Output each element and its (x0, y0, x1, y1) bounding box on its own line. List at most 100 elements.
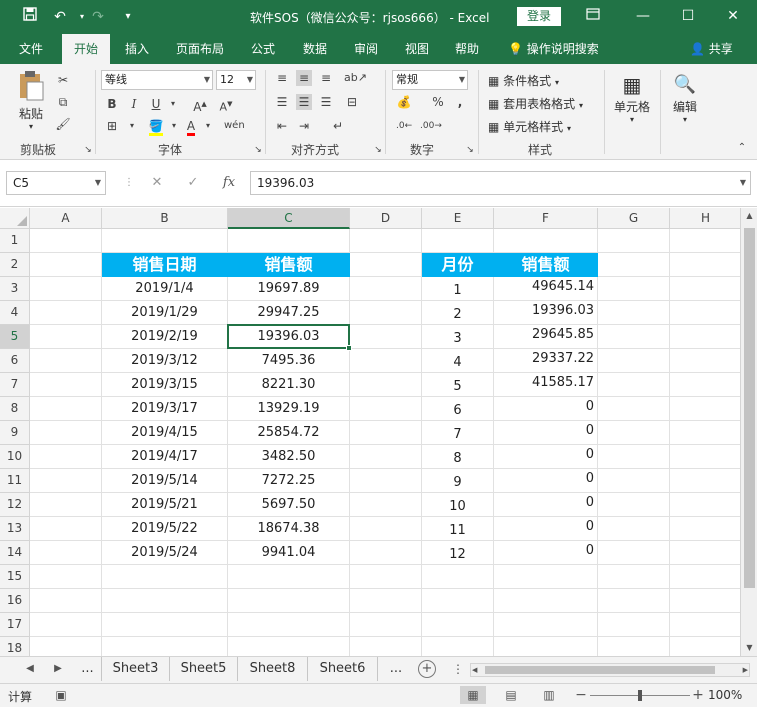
scroll-down-icon[interactable]: ▼ (741, 640, 757, 656)
column-header-b[interactable]: B (102, 208, 228, 229)
cell-d10[interactable] (350, 445, 422, 469)
cell-h8[interactable] (670, 397, 740, 421)
cell-c18[interactable] (228, 637, 350, 656)
cell-h9[interactable] (670, 421, 740, 445)
row-header-15[interactable]: 15 (0, 565, 30, 589)
sales-date-cell[interactable]: 2019/1/4 (102, 277, 228, 301)
cell-g15[interactable] (598, 565, 670, 589)
month-cell[interactable]: 7 (422, 421, 494, 445)
minimize-icon[interactable]: — (632, 5, 654, 27)
copy-icon[interactable]: ⧉ (55, 94, 71, 110)
month-amount-cell[interactable]: 0 (494, 517, 598, 541)
font-size-combo[interactable]: 12 ▼ (216, 70, 256, 90)
cell-c15[interactable] (228, 565, 350, 589)
tab-split-handle[interactable]: ⋮ (450, 661, 466, 677)
align-bottom-icon[interactable]: ≡ (318, 70, 334, 86)
borders-dropdown-icon[interactable]: ▾ (124, 118, 140, 134)
sales-date-cell[interactable]: 2019/5/22 (102, 517, 228, 541)
cell-d15[interactable] (350, 565, 422, 589)
cell-g14[interactable] (598, 541, 670, 565)
cell-h18[interactable] (670, 637, 740, 656)
tab-data[interactable]: 数据 (294, 34, 336, 64)
cell-f1[interactable] (494, 229, 598, 253)
cell-a7[interactable] (30, 373, 102, 397)
sales-amount-cell[interactable]: 7495.36 (228, 349, 350, 373)
sheet-tab-sheet6[interactable]: Sheet6 (308, 657, 378, 681)
cell-b16[interactable] (102, 589, 228, 613)
tab-page-layout[interactable]: 页面布局 (168, 34, 232, 64)
cancel-icon[interactable]: ✕ (146, 173, 168, 193)
sales-amount-cell[interactable]: 3482.50 (228, 445, 350, 469)
cell-a16[interactable] (30, 589, 102, 613)
cell-g6[interactable] (598, 349, 670, 373)
cell-g11[interactable] (598, 469, 670, 493)
cell-g10[interactable] (598, 445, 670, 469)
ribbon-display-options-icon[interactable] (582, 5, 604, 27)
login-button[interactable]: 登录 (517, 7, 561, 26)
column-header-e[interactable]: E (422, 208, 494, 229)
scroll-right-icon[interactable]: ▶ (743, 664, 748, 676)
cell-f17[interactable] (494, 613, 598, 637)
cells-button[interactable]: ▦ 单元格 ▾ (612, 72, 652, 124)
cell-h4[interactable] (670, 301, 740, 325)
cell-h7[interactable] (670, 373, 740, 397)
cell-a15[interactable] (30, 565, 102, 589)
sales-amount-cell[interactable]: 25854.72 (228, 421, 350, 445)
row-header-12[interactable]: 12 (0, 493, 30, 517)
cell-b17[interactable] (102, 613, 228, 637)
borders-icon[interactable]: ⊞ (104, 118, 120, 134)
scroll-up-icon[interactable]: ▲ (741, 208, 757, 224)
row-header-2[interactable]: 2 (0, 253, 30, 277)
cell-a4[interactable] (30, 301, 102, 325)
cell-e15[interactable] (422, 565, 494, 589)
zoom-level[interactable]: 100% (708, 688, 742, 702)
comma-button[interactable]: , (452, 94, 468, 110)
sales-date-cell[interactable]: 2019/1/29 (102, 301, 228, 325)
tab-file[interactable]: 文件 (10, 34, 52, 64)
editing-button[interactable]: 🔍 编辑 ▾ (668, 72, 702, 124)
cell-h6[interactable] (670, 349, 740, 373)
cell-d7[interactable] (350, 373, 422, 397)
cell-h14[interactable] (670, 541, 740, 565)
cell-a1[interactable] (30, 229, 102, 253)
row-header-8[interactable]: 8 (0, 397, 30, 421)
row-header-10[interactable]: 10 (0, 445, 30, 469)
fill-handle[interactable] (346, 345, 352, 351)
decrease-decimal-icon[interactable]: .00→ (420, 118, 442, 134)
cell-g12[interactable] (598, 493, 670, 517)
collapse-ribbon-icon[interactable]: ⌃ (734, 140, 750, 156)
cell-h16[interactable] (670, 589, 740, 613)
cell-c17[interactable] (228, 613, 350, 637)
row-header-18[interactable]: 18 (0, 637, 30, 656)
cell-g16[interactable] (598, 589, 670, 613)
redo-icon[interactable]: ↷ (88, 7, 108, 27)
cell-e1[interactable] (422, 229, 494, 253)
scroll-left-icon[interactable]: ◀ (472, 664, 477, 676)
cell-a3[interactable] (30, 277, 102, 301)
row-header-6[interactable]: 6 (0, 349, 30, 373)
tab-help[interactable]: 帮助 (446, 34, 488, 64)
cell-a12[interactable] (30, 493, 102, 517)
sheet-tab-sheet5[interactable]: Sheet5 (170, 657, 238, 681)
month-cell[interactable]: 12 (422, 541, 494, 565)
zoom-slider-knob[interactable] (638, 690, 642, 701)
phonetic-icon[interactable]: wén (224, 118, 245, 134)
tab-insert[interactable]: 插入 (116, 34, 158, 64)
number-format-combo[interactable]: 常规 ▼ (392, 70, 468, 90)
cell-h3[interactable] (670, 277, 740, 301)
month-amount-cell[interactable]: 19396.03 (494, 301, 598, 325)
tab-home[interactable]: 开始 (62, 34, 110, 64)
add-sheet-icon[interactable]: + (418, 660, 436, 678)
tab-formulas[interactable]: 公式 (242, 34, 284, 64)
font-color-dropdown-icon[interactable]: ▾ (200, 118, 216, 134)
row-header-7[interactable]: 7 (0, 373, 30, 397)
cell-g5[interactable] (598, 325, 670, 349)
cell-h13[interactable] (670, 517, 740, 541)
row-header-4[interactable]: 4 (0, 301, 30, 325)
cell-f15[interactable] (494, 565, 598, 589)
month-amount-cell[interactable]: 0 (494, 445, 598, 469)
sales-amount-cell[interactable]: 5697.50 (228, 493, 350, 517)
sales-date-cell[interactable]: 2019/4/17 (102, 445, 228, 469)
cell-g4[interactable] (598, 301, 670, 325)
increase-font-icon[interactable]: A▲ (192, 96, 208, 114)
